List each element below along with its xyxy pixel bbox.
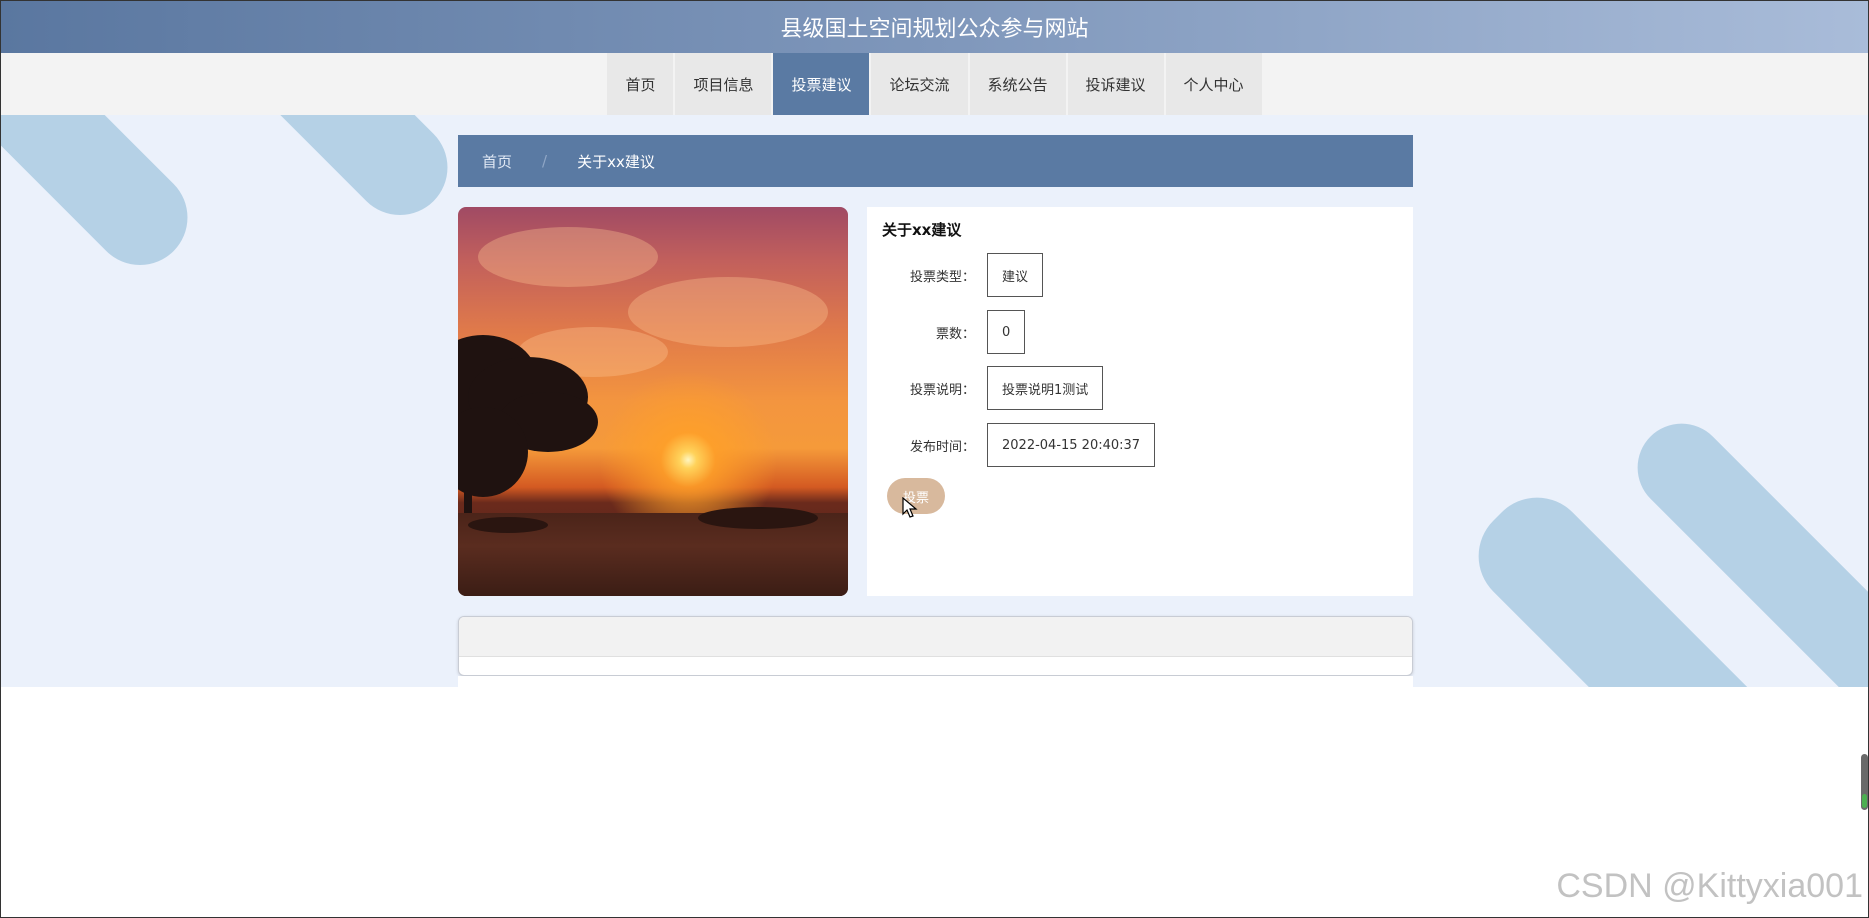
field-value-publish-time: 2022-04-15 20:40:37 bbox=[987, 423, 1156, 467]
comment-panel bbox=[458, 616, 1413, 676]
detail-title: 关于xx建议 bbox=[882, 221, 962, 239]
watermark: CSDN @Kittyxia001 bbox=[1556, 867, 1863, 905]
field-row-votes: 票数： 0 bbox=[867, 309, 1026, 355]
nav-item-home[interactable]: 首页 bbox=[607, 53, 674, 115]
mouse-cursor-icon bbox=[902, 497, 918, 518]
field-value-description: 投票说明1测试 bbox=[987, 366, 1104, 410]
vote-image bbox=[458, 207, 848, 596]
nav-item-complaints[interactable]: 投诉建议 bbox=[1067, 53, 1164, 115]
field-value-type: 建议 bbox=[987, 253, 1044, 297]
scrollbar-thumb[interactable] bbox=[1861, 754, 1868, 810]
breadcrumb-separator: / bbox=[542, 152, 548, 170]
field-row-type: 投票类型： 建议 bbox=[867, 252, 1044, 298]
nav-item-forum[interactable]: 论坛交流 bbox=[871, 53, 968, 115]
main-content: 首页 / 关于xx建议 关于xx建议 投票类型： 建议 票数： 0 投票说明： … bbox=[458, 135, 1413, 687]
nav-item-vote[interactable]: 投票建议 bbox=[773, 53, 870, 115]
breadcrumb: 首页 / 关于xx建议 bbox=[458, 135, 1413, 187]
field-label: 投票类型： bbox=[909, 269, 975, 285]
vote-detail: 关于xx建议 投票类型： 建议 票数： 0 投票说明： 投票说明1测试 发布时间… bbox=[458, 207, 1413, 596]
detail-card: 关于xx建议 投票类型： 建议 票数： 0 投票说明： 投票说明1测试 发布时间… bbox=[867, 207, 1413, 596]
site-header: 县级国土空间规划公众参与网站 bbox=[0, 0, 1869, 53]
nav-item-profile[interactable]: 个人中心 bbox=[1165, 53, 1262, 115]
field-label: 发布时间： bbox=[909, 439, 975, 455]
breadcrumb-home[interactable]: 首页 bbox=[482, 151, 512, 172]
comment-panel-header bbox=[459, 617, 1412, 657]
site-title: 县级国土空间规划公众参与网站 bbox=[780, 16, 1089, 42]
field-label: 票数： bbox=[935, 326, 975, 342]
nav-item-projects[interactable]: 项目信息 bbox=[675, 53, 772, 115]
breadcrumb-current: 关于xx建议 bbox=[577, 152, 655, 171]
field-row-description: 投票说明： 投票说明1测试 bbox=[867, 365, 1104, 411]
decor-stripe bbox=[187, 115, 468, 235]
field-label: 投票说明： bbox=[909, 382, 975, 398]
decor-stripe bbox=[0, 115, 208, 285]
main-nav: 首页 项目信息 投票建议 论坛交流 系统公告 投诉建议 个人中心 bbox=[0, 53, 1869, 115]
content-bottom-strip bbox=[458, 676, 1413, 687]
field-value-votes: 0 bbox=[987, 310, 1026, 354]
field-row-publish-time: 发布时间： 2022-04-15 20:40:37 bbox=[867, 422, 1156, 468]
nav-item-announcements[interactable]: 系统公告 bbox=[969, 53, 1066, 115]
